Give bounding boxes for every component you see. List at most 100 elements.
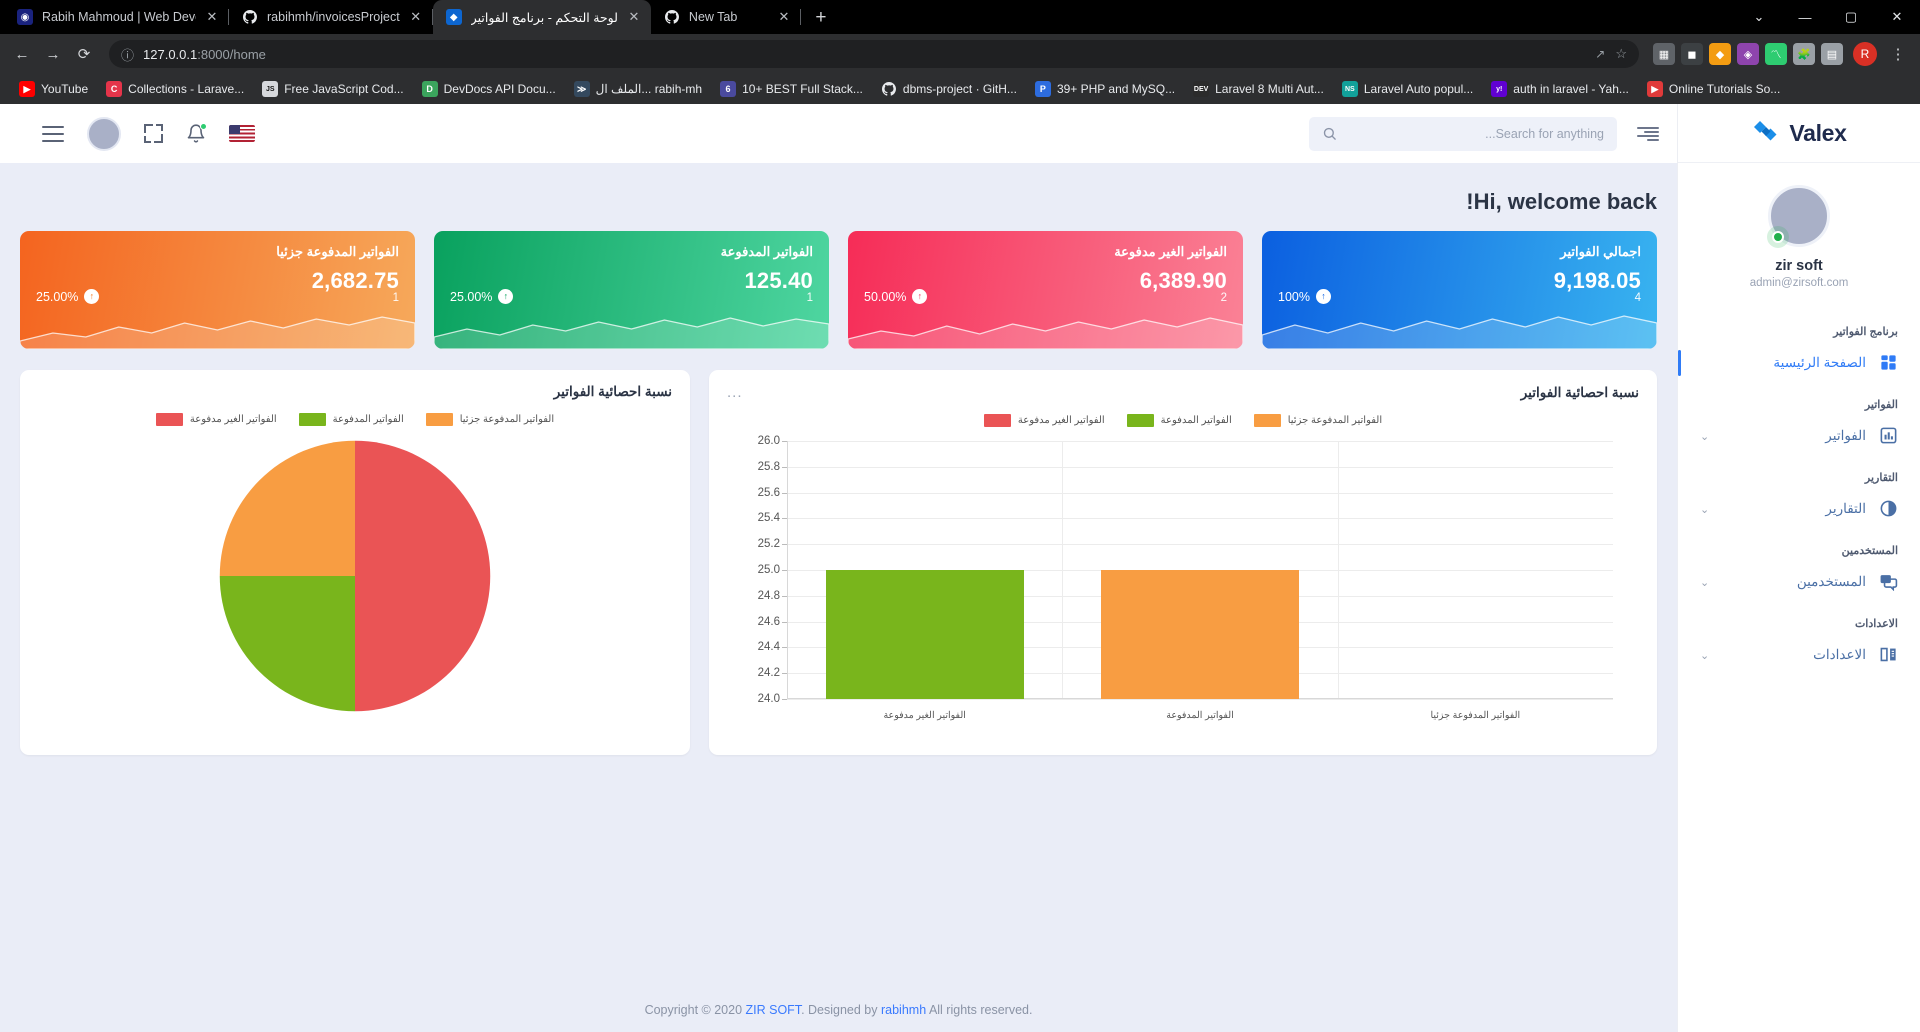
legend-entry[interactable]: الفواتير المدفوعة — [1126, 414, 1232, 427]
legend-swatch — [298, 413, 326, 426]
stat-cards-row: الفواتير المدفوعة جزئيا 2,682.75 25.00% ↑ 1 ا… — [20, 231, 1657, 349]
search-box[interactable] — [1309, 116, 1617, 151]
tab-close-icon[interactable]: ✕ — [777, 10, 791, 24]
stat-card[interactable]: اجمالي الفواتير 9,198.05 100% ↑ 4 — [1262, 231, 1657, 349]
pie-chart — [38, 426, 672, 726]
us-flag-icon[interactable] — [229, 125, 255, 142]
legend-entry[interactable]: الفواتير المدفوعة جزئيا — [1253, 414, 1383, 427]
bookmark-favicon-icon: JS — [262, 81, 279, 97]
legend-entry[interactable]: الفواتير المدفوعة — [298, 413, 404, 426]
stat-card[interactable]: الفواتير المدفوعة 125.40 25.00% ↑ 1 — [434, 231, 829, 349]
bookmark-star-icon[interactable]: ☆ — [1615, 46, 1627, 62]
legend-entry[interactable]: الفواتير المدفوعة جزئيا — [425, 413, 554, 426]
browser-tab[interactable]: ◆ لوحة التحكم - برنامج الفواتير ✕ — [432, 0, 651, 34]
browser-menu-icon[interactable]: ⋮ — [1884, 40, 1912, 68]
chevron-down-icon[interactable]: ⌄ — [1700, 576, 1709, 589]
new-tab-button[interactable]: + — [807, 4, 835, 32]
bookmark-favicon-icon: D — [421, 81, 438, 97]
bookmark-favicon-icon: C — [106, 81, 123, 97]
bookmark-item[interactable]: ≫ rabih-mh ...الملف ال — [565, 77, 711, 101]
y-axis-tick-label: 25.4 — [757, 512, 780, 525]
profile-avatar[interactable]: R — [1853, 42, 1877, 66]
footer-brand-link[interactable]: ZIR SOFT — [746, 1003, 802, 1017]
bookmark-item[interactable]: P 39+ PHP and MySQ... — [1026, 77, 1184, 101]
bookmark-item[interactable]: y! auth in laravel - Yah... — [1482, 77, 1638, 101]
browser-tab[interactable]: ◉ Rabih Mahmoud | Web Develope ✕ — [4, 0, 229, 34]
bookmark-item[interactable]: C Collections - Larave... — [97, 77, 253, 101]
bookmark-item[interactable]: D DevDocs API Docu... — [413, 77, 565, 101]
share-icon[interactable]: ↗ — [1595, 47, 1605, 61]
list-toggle-icon[interactable] — [1637, 126, 1659, 141]
sidebar-item-menu[interactable]: المستخدمين ⌄ — [1678, 563, 1920, 601]
window-maximize-button[interactable]: ▢ — [1828, 0, 1874, 34]
sidebar-item-home[interactable]: الصفحة الرئيسية — [1678, 344, 1920, 382]
bookmark-item[interactable]: NS Laravel Auto popul... — [1333, 77, 1482, 101]
sidebar-item-label: المستخدمين — [1796, 574, 1866, 589]
bar-slot: الفواتير المدفوعة جزئيا — [1338, 441, 1613, 721]
stat-card[interactable]: الفواتير المدفوعة جزئيا 2,682.75 25.00% ↑ 1 — [20, 231, 415, 349]
app-sidebar: Valex zir soft admin@zirsoft.com برنامج … — [1677, 104, 1920, 1032]
stat-card[interactable]: الفواتير الغير مدفوعة 6,389.90 50.00% ↑ 2 — [848, 231, 1243, 349]
window-expand-button[interactable]: ⌄ — [1736, 0, 1782, 34]
bookmark-favicon-icon: NS — [1341, 81, 1358, 97]
window-minimize-button[interactable]: — — [1782, 0, 1828, 34]
bookmark-item[interactable]: 6 10+ BEST Full Stack... — [711, 77, 872, 101]
bookmark-item[interactable]: ▶ YouTube — [10, 77, 97, 101]
chevron-down-icon[interactable]: ⌄ — [1700, 430, 1709, 443]
legend-label: الفواتير المدفوعة جزئيا — [1287, 415, 1383, 426]
bookmark-item[interactable]: ▶ Online Tutorials So... — [1638, 77, 1789, 101]
extension-chart-icon[interactable]: 〽 — [1765, 43, 1787, 65]
sidebar-item-menu[interactable]: الاعدادات ⌄ — [1678, 636, 1920, 674]
extension-panel-icon[interactable]: ▤ — [1821, 43, 1843, 65]
tab-close-icon[interactable]: ✕ — [409, 10, 423, 24]
card-percent: 25.00% ↑ — [450, 289, 514, 304]
sidebar-brand[interactable]: Valex — [1678, 104, 1920, 163]
bookmark-favicon-icon: ≫ — [573, 81, 590, 97]
address-bar-url: 127.0.0.1:8000/home — [143, 47, 266, 62]
github-icon — [664, 9, 680, 25]
bar-panel-menu[interactable]: ... — [727, 384, 743, 401]
bar[interactable] — [1100, 570, 1300, 699]
browser-tab[interactable]: rabihmh/invoicesProject ✕ — [229, 0, 433, 34]
bar-slot: الفواتير الغير مدفوعة — [787, 441, 1062, 721]
sidebar-avatar[interactable] — [1768, 185, 1830, 247]
chevron-down-icon[interactable]: ⌄ — [1700, 503, 1709, 516]
y-axis-tick-label: 24.4 — [757, 641, 780, 654]
footer-author-link[interactable]: rabihmh — [881, 1003, 926, 1017]
footer-middle: . Designed by — [801, 1003, 881, 1017]
extension-dark-icon[interactable]: ◼ — [1681, 43, 1703, 65]
bar[interactable] — [825, 570, 1024, 699]
y-axis-tick-label: 24.2 — [757, 667, 780, 680]
tab-close-icon[interactable]: ✕ — [205, 10, 219, 24]
window-close-button[interactable]: ✕ — [1874, 0, 1920, 34]
address-bar[interactable]: ⓘ 127.0.0.1:8000/home ↗ ☆ — [109, 40, 1639, 68]
sidebar-user-block: zir soft admin@zirsoft.com — [1678, 163, 1920, 301]
extension-puzzle-icon[interactable]: 🧩 — [1793, 43, 1815, 65]
search-input[interactable] — [1347, 126, 1604, 141]
notification-bell-icon[interactable] — [186, 122, 207, 145]
sidebar-item-menu[interactable]: الفواتير ⌄ — [1678, 417, 1920, 455]
topbar-avatar[interactable] — [87, 116, 121, 151]
pie-chart-legend: الفواتير المدفوعة جزئيا الفواتير المدفوعة… — [38, 413, 672, 426]
extension-grid-icon[interactable]: ▦ — [1653, 43, 1675, 65]
forward-icon[interactable]: → — [39, 40, 67, 68]
browser-tab[interactable]: New Tab ✕ — [651, 0, 801, 34]
bookmark-item[interactable]: dbms-project · GitH... — [872, 77, 1026, 101]
site-info-icon[interactable]: ⓘ — [121, 45, 134, 64]
bookmark-favicon-icon: y! — [1491, 81, 1508, 97]
bookmark-favicon-icon — [881, 81, 897, 97]
tab-close-icon[interactable]: ✕ — [627, 10, 641, 24]
tab-strip: ◉Rabih Mahmoud | Web Develope✕rabihmh/in… — [0, 0, 1920, 34]
sidebar-item-menu[interactable]: التقارير ⌄ — [1678, 490, 1920, 528]
chevron-down-icon[interactable]: ⌄ — [1700, 649, 1709, 662]
legend-entry[interactable]: الفواتير الغير مدفوعة — [155, 413, 277, 426]
hamburger-icon[interactable] — [42, 125, 64, 142]
reload-icon[interactable]: ⟳ — [70, 40, 98, 68]
back-icon[interactable]: ← — [8, 40, 36, 68]
bookmark-item[interactable]: JS Free JavaScript Cod... — [253, 77, 412, 101]
fullscreen-icon[interactable] — [144, 124, 163, 143]
extension-purple-icon[interactable]: ◈ — [1737, 43, 1759, 65]
bookmark-item[interactable]: DEV Laravel 8 Multi Aut... — [1184, 77, 1333, 101]
extension-orange-icon[interactable]: ◆ — [1709, 43, 1731, 65]
legend-entry[interactable]: الفواتير الغير مدفوعة — [983, 414, 1105, 427]
